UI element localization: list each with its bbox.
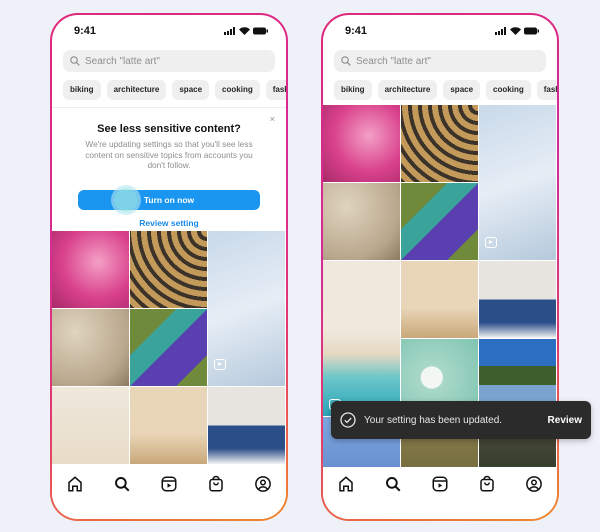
grid-tile-pink-picnic[interactable]: [323, 105, 400, 182]
close-icon[interactable]: ×: [270, 114, 275, 124]
home-icon[interactable]: [66, 475, 84, 493]
search-input[interactable]: [85, 55, 235, 67]
chip-cooking[interactable]: cooking: [215, 80, 260, 100]
phone-after: 9:41 biking architecture space cooking f…: [321, 13, 559, 521]
grid-tile-water-bottles[interactable]: [208, 231, 285, 386]
chip-biking[interactable]: biking: [63, 80, 101, 100]
grid-tile-couple[interactable]: [401, 183, 478, 260]
chip-fashion[interactable]: fash: [265, 80, 286, 100]
chip-space[interactable]: space: [443, 80, 481, 100]
grid-tile-woman-eating[interactable]: [208, 387, 285, 464]
setting-updated-toast: Your setting has been updated. Review: [331, 401, 591, 439]
status-bar: 9:41: [74, 24, 268, 38]
grid-tile-sun-shadows[interactable]: [401, 105, 478, 182]
prompt-body: We're updating settings so that you'll s…: [85, 139, 253, 170]
prompt-title: See less sensitive content?: [97, 123, 241, 135]
signal-icon: [224, 27, 235, 35]
profile-icon[interactable]: [254, 475, 272, 493]
review-setting-link[interactable]: Review setting: [52, 218, 286, 228]
grid-tile-pink-picnic[interactable]: [52, 231, 129, 308]
grid-tile-water-bottles[interactable]: [479, 105, 556, 260]
grid-tile-beach[interactable]: [52, 387, 129, 464]
chip-biking[interactable]: biking: [334, 80, 372, 100]
wifi-icon: [510, 27, 521, 35]
explore-screen: 9:41 biking architecture space cooking f…: [323, 15, 557, 519]
wifi-icon: [239, 27, 250, 35]
topic-chips: biking architecture space cooking fash: [334, 80, 557, 100]
grid-tile-dancer[interactable]: [401, 261, 478, 338]
reel-icon: [485, 237, 497, 248]
grid-tile-dancer[interactable]: [130, 387, 207, 464]
profile-icon[interactable]: [525, 475, 543, 493]
shop-icon[interactable]: [207, 475, 225, 493]
signal-icon: [495, 27, 506, 35]
grid-tile-climbing-holds[interactable]: [52, 309, 129, 386]
toast-review-button[interactable]: Review: [548, 415, 582, 426]
bottom-nav: [323, 467, 557, 519]
grid-tile-sun-shadows[interactable]: [130, 231, 207, 308]
checkmark-circle-icon: [340, 412, 356, 428]
battery-icon: [524, 27, 539, 35]
reel-icon: [214, 359, 226, 370]
grid-tile-climbing-holds[interactable]: [323, 183, 400, 260]
grid-tile-couple[interactable]: [130, 309, 207, 386]
shop-icon[interactable]: [478, 475, 496, 493]
clock: 9:41: [345, 25, 368, 37]
chip-fashion[interactable]: fash: [536, 80, 557, 100]
bottom-nav: [52, 467, 286, 519]
clock: 9:41: [74, 25, 97, 37]
reels-icon[interactable]: [160, 475, 178, 493]
search-bar[interactable]: [63, 50, 275, 72]
grid-tile-woman-eating[interactable]: [479, 261, 556, 338]
turn-on-now-button[interactable]: Turn on now: [78, 190, 260, 210]
phone-before: 9:41 biking architecture space cooking f…: [50, 13, 288, 521]
chip-cooking[interactable]: cooking: [486, 80, 531, 100]
search-input[interactable]: [356, 55, 506, 67]
toast-message: Your setting has been updated.: [364, 414, 503, 426]
status-bar: 9:41: [345, 24, 539, 38]
reels-icon[interactable]: [431, 475, 449, 493]
explore-screen: 9:41 biking architecture space cooking f…: [52, 15, 286, 519]
chip-space[interactable]: space: [172, 80, 210, 100]
battery-icon: [253, 27, 268, 35]
topic-chips: biking architecture space cooking fash: [63, 80, 286, 100]
search-bar[interactable]: [334, 50, 546, 72]
home-icon[interactable]: [337, 475, 355, 493]
sensitive-content-prompt: × See less sensitive content? We're upda…: [52, 108, 286, 230]
chip-architecture[interactable]: architecture: [377, 80, 438, 100]
search-icon[interactable]: [384, 475, 402, 493]
grid-tile-beach[interactable]: [323, 261, 400, 416]
chip-architecture[interactable]: architecture: [106, 80, 167, 100]
search-icon: [70, 56, 80, 66]
explore-grid: [52, 231, 286, 464]
search-icon[interactable]: [113, 475, 131, 493]
search-icon: [341, 56, 351, 66]
